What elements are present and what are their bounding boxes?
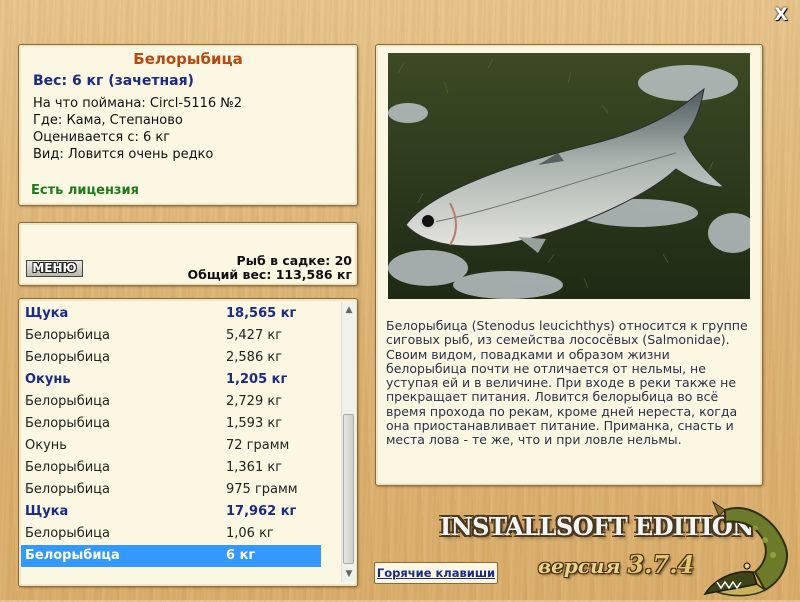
catch-fish-name: Окунь — [25, 372, 71, 387]
catch-fish-name: Щука — [25, 504, 69, 519]
scroll-down-arrow-icon[interactable]: ▼ — [342, 567, 356, 581]
catch-fish-weight: 1,205 кг — [226, 372, 288, 387]
version-label: версия 3.7.4 — [538, 550, 694, 579]
catch-fish-name: Белорыбица — [25, 328, 110, 343]
fish-description: Белорыбица (Stenodus leucichthys) относи… — [386, 318, 748, 448]
catch-row-selected[interactable]: Белорыбица 6 кг — [21, 545, 321, 567]
total-weight: Общий вес: 113,586 кг — [187, 267, 353, 282]
catch-fish-weight: 1,361 кг — [226, 460, 283, 475]
catch-row[interactable]: Щука 18,565 кг — [21, 303, 321, 325]
catch-list-panel: Щука 18,565 кг Белорыбица 5,427 кг Белорыбиц… — [18, 298, 358, 587]
catch-row[interactable]: Белорыбица 975 грамм — [21, 479, 321, 501]
catch-row[interactable]: Щука 17,962 кг — [21, 501, 321, 523]
info-line-bait: На что поймана: Circl-5116 №2 — [33, 96, 242, 111]
fish-info-panel: Белорыбица Вес: 6 кг (зачетная) На что п… — [18, 44, 358, 206]
fish-count: Рыб в садке: 20 — [236, 253, 352, 268]
catch-fish-weight: 2,586 кг — [226, 350, 283, 365]
info-value: Circl-5116 №2 — [149, 96, 243, 111]
catch-row[interactable]: Белорыбица 2,586 кг — [21, 347, 321, 369]
catch-row[interactable]: Белорыбица 1,593 кг — [21, 413, 321, 435]
catch-fish-weight: 2,729 кг — [226, 394, 283, 409]
catch-fish-weight: 17,962 кг — [226, 504, 297, 519]
catch-fish-name: Окунь — [25, 438, 67, 453]
catch-row[interactable]: Окунь 72 грамм — [21, 435, 321, 457]
version-prefix: версия — [538, 554, 628, 578]
info-value: Ловится очень редко — [67, 147, 214, 162]
hotkeys-button[interactable]: Горячие клавиши — [374, 562, 498, 584]
info-label: Вид: — [33, 147, 68, 162]
menu-panel: МЕНЮ Рыб в садке: 20 Общий вес: 113,586 … — [18, 222, 358, 286]
info-value: 6 кг — [143, 130, 171, 145]
catch-row[interactable]: Белорыбица 1,361 кг — [21, 457, 321, 479]
catch-row[interactable]: Белорыбица 2,729 кг — [21, 391, 321, 413]
close-button[interactable]: X — [772, 6, 790, 24]
catch-fish-weight: 72 грамм — [226, 438, 290, 453]
catch-fish-name: Белорыбица — [25, 526, 110, 541]
hotkeys-label: Горячие клавиши — [376, 566, 496, 580]
info-label: Где: — [33, 113, 67, 128]
fish-weight: Вес: 6 кг (зачетная) — [33, 73, 194, 89]
catch-row[interactable]: Окунь 1,205 кг — [21, 369, 321, 391]
pike-fish-logo — [695, 500, 795, 598]
catch-fish-name: Щука — [25, 306, 69, 321]
catch-fish-name: Белорыбица — [25, 394, 110, 409]
catch-fish-weight: 1,593 кг — [226, 416, 283, 431]
info-line-kind: Вид: Ловится очень редко — [33, 147, 213, 162]
version-number: 3.7.4 — [627, 550, 695, 579]
catch-fish-name: Белорыбица — [25, 350, 110, 365]
scroll-up-arrow-icon[interactable]: ▲ — [342, 303, 356, 317]
license-status: Есть лицензия — [31, 183, 139, 198]
catch-list-scrollbar[interactable]: ▲ ▼ — [341, 302, 356, 582]
menu-button[interactable]: МЕНЮ — [26, 260, 83, 277]
catch-fish-name: Белорыбица — [25, 482, 110, 497]
info-value: Кама, Степаново — [66, 113, 183, 128]
info-line-valued: Оценивается с: 6 кг — [33, 130, 170, 145]
catch-fish-name: Белорыбица — [25, 548, 120, 563]
fish-title: Белорыбица — [133, 50, 243, 68]
catch-fish-weight: 5,427 кг — [226, 328, 283, 343]
catch-fish-weight: 18,565 кг — [226, 306, 297, 321]
catch-fish-weight: 6 кг — [226, 548, 256, 563]
info-line-place: Где: Кама, Степаново — [33, 113, 183, 128]
info-label: Оценивается с: — [33, 130, 143, 145]
catch-fish-weight: 1,06 кг — [226, 526, 274, 541]
fish-description-panel: Белорыбица (Stenodus leucichthys) относи… — [375, 44, 763, 486]
fish-photo — [388, 53, 750, 299]
catch-row[interactable]: Белорыбица 5,427 кг — [21, 325, 321, 347]
catch-fish-name: Белорыбица — [25, 416, 110, 431]
catch-row[interactable]: Белорыбица 1,06 кг — [21, 523, 321, 545]
catch-fish-name: Белорыбица — [25, 460, 110, 475]
info-label: На что поймана: — [33, 96, 150, 111]
catch-fish-weight: 975 грамм — [226, 482, 298, 497]
close-icon: X — [774, 5, 788, 25]
scrollbar-thumb[interactable] — [343, 414, 354, 564]
